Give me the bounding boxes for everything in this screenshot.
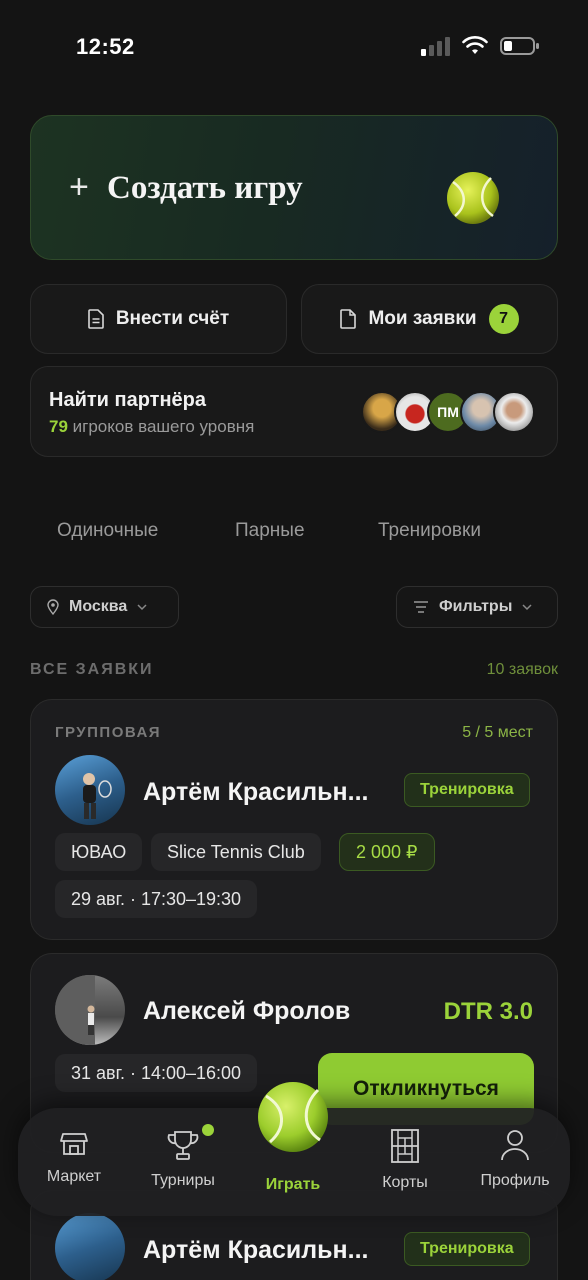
nav-courts[interactable]: Корты xyxy=(350,1128,460,1192)
nav-play[interactable]: Играть xyxy=(238,1176,348,1194)
trophy-icon xyxy=(167,1131,199,1160)
club-chip: Slice Tennis Club xyxy=(151,833,321,871)
location-pin-icon xyxy=(47,599,59,615)
player-photo xyxy=(55,975,95,1045)
listing-card[interactable]: ГРУППОВАЯ 5 / 5 мест Артём Красильн... Т… xyxy=(30,699,558,940)
my-requests-button[interactable]: Мои заявки 7 xyxy=(301,284,558,354)
tab-singles[interactable]: Одиночные xyxy=(57,520,158,542)
wifi-icon xyxy=(462,36,488,54)
price-chip: 2 000 ₽ xyxy=(339,833,435,871)
datetime-chip: 29 авг. · 17:30–19:30 xyxy=(55,880,258,918)
listing-slots: 5 / 5 мест xyxy=(462,724,533,741)
city-value: Москва xyxy=(69,598,128,615)
partner-avatars: ПМ xyxy=(361,391,541,435)
avatar xyxy=(55,755,125,825)
tennis-ball-icon[interactable] xyxy=(256,1080,330,1154)
chevron-down-icon xyxy=(522,604,532,611)
listing-tag: Тренировка xyxy=(404,773,530,807)
city-select[interactable]: Москва xyxy=(30,586,179,628)
document-icon xyxy=(340,309,357,329)
battery-icon xyxy=(500,37,539,55)
filters-label: Фильтры xyxy=(439,598,513,615)
notification-dot xyxy=(202,1124,214,1136)
tab-doubles[interactable]: Парные xyxy=(235,520,305,542)
players-count-label: игроков вашего уровня xyxy=(72,417,255,436)
tab-trainings[interactable]: Тренировки xyxy=(378,520,481,542)
nav-tournaments-label: Турниры xyxy=(151,1172,215,1189)
nav-play-label: Играть xyxy=(265,1176,321,1193)
status-icons xyxy=(420,36,540,56)
user-icon xyxy=(501,1130,529,1161)
player-name: Алексей Фролов xyxy=(143,997,351,1025)
create-game-card[interactable]: + Создать игру xyxy=(30,115,558,260)
my-requests-label: Мои заявки xyxy=(368,308,477,329)
find-partner-card[interactable]: Найти партнёра 79 игроков вашего уровня … xyxy=(30,366,558,457)
chevron-down-icon xyxy=(137,604,147,611)
find-partner-title: Найти партнёра xyxy=(49,389,207,411)
avatar xyxy=(55,1213,125,1280)
avatar xyxy=(493,391,535,433)
plus-icon: + xyxy=(69,168,89,206)
player-name: Артём Красильн... xyxy=(143,778,369,806)
document-icon xyxy=(88,309,104,329)
section-title: ВСЕ ЗАЯВКИ xyxy=(30,661,154,678)
dtr-rating: DTR 3.0 xyxy=(443,998,533,1025)
find-partner-subtitle: 79 игроков вашего уровня xyxy=(49,417,254,437)
avatar xyxy=(55,975,125,1045)
submit-score-button[interactable]: Внести счёт xyxy=(30,284,287,354)
signal-icon xyxy=(421,37,450,56)
filters-button[interactable]: Фильтры xyxy=(396,586,558,628)
status-time: 12:52 xyxy=(76,34,135,59)
listing-tag: Тренировка xyxy=(404,1232,530,1266)
nav-market-label: Маркет xyxy=(46,1168,102,1185)
player-name: Артём Красильн... xyxy=(143,1236,369,1264)
nav-profile-label: Профиль xyxy=(480,1172,550,1189)
district-chip: ЮВАО xyxy=(55,833,143,871)
nav-market[interactable]: Маркет xyxy=(19,1128,129,1186)
nav-profile[interactable]: Профиль xyxy=(460,1128,570,1190)
nav-tournaments[interactable]: Турниры xyxy=(128,1128,238,1190)
section-count: 10 заявок xyxy=(486,661,558,678)
store-icon xyxy=(60,1133,88,1155)
player-photo xyxy=(83,773,112,819)
players-count: 79 xyxy=(49,417,68,436)
datetime-chip: 31 авг. · 14:00–16:00 xyxy=(55,1054,258,1092)
create-game-label: Создать игру xyxy=(107,170,303,206)
submit-score-label: Внести счёт xyxy=(115,308,230,329)
my-requests-count-badge: 7 xyxy=(488,304,519,334)
nav-courts-label: Корты xyxy=(382,1174,428,1191)
court-icon xyxy=(391,1129,419,1163)
tennis-ball-icon xyxy=(447,172,499,224)
filter-icon xyxy=(414,601,428,613)
listing-type: ГРУППОВАЯ xyxy=(55,724,162,741)
